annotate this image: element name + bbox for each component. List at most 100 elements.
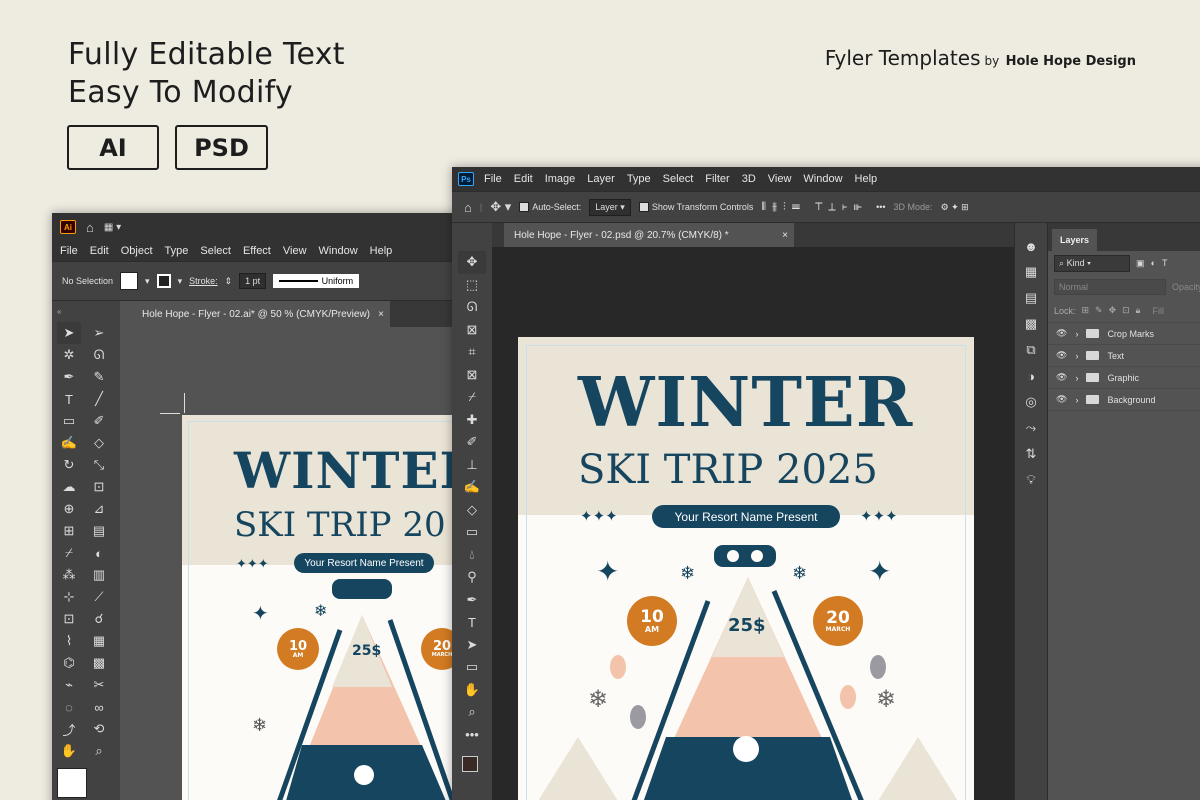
chevron-down-icon[interactable]: ▾ bbox=[178, 276, 183, 287]
dodge-tool-icon[interactable]: ⚲ bbox=[458, 566, 486, 589]
filter-adjustment-icon[interactable]: ◐ bbox=[1151, 258, 1156, 268]
collapse-icon[interactable]: « bbox=[57, 307, 115, 316]
move-tool-icon[interactable]: ✥ bbox=[458, 251, 486, 274]
marquee-tool-icon[interactable]: ⬚ bbox=[458, 274, 486, 297]
knife-icon[interactable]: ⌁ bbox=[57, 674, 81, 696]
path-tool-icon[interactable]: ⤴ bbox=[57, 718, 81, 740]
eyedropper-icon[interactable]: ⌿ bbox=[458, 386, 486, 409]
ps-canvas[interactable]: WINTER SKI TRIP 2025 ✦✦✦ ✦✦✦ Your Resort… bbox=[492, 247, 1014, 800]
eye-icon[interactable]: 👁︎ bbox=[1056, 394, 1067, 405]
perspective-grid-icon[interactable]: ⊿ bbox=[87, 498, 111, 520]
workspace-switcher-icon[interactable]: ▦ ▾ bbox=[104, 222, 121, 233]
eyedropper-icon[interactable]: ⌿ bbox=[57, 542, 81, 564]
scale-tool-icon[interactable]: ⤡ bbox=[87, 454, 111, 476]
live-paint-icon[interactable]: ⌬ bbox=[57, 652, 81, 674]
close-icon[interactable]: × bbox=[378, 309, 384, 320]
ps-menu-file[interactable]: File bbox=[478, 173, 508, 185]
ps-menu-window[interactable]: Window bbox=[797, 173, 848, 185]
shaper-tool-icon[interactable]: ✍ bbox=[57, 432, 81, 454]
chart-tool-icon[interactable]: ▦ bbox=[87, 630, 111, 652]
home-icon[interactable]: ⌂ bbox=[86, 220, 94, 235]
chevron-down-icon[interactable]: ▾ bbox=[145, 276, 150, 287]
eye-icon[interactable]: 👁︎ bbox=[1056, 328, 1067, 339]
curvature-tool-icon[interactable]: ✎ bbox=[87, 366, 111, 388]
ps-menu-select[interactable]: Select bbox=[657, 173, 700, 185]
home-icon[interactable]: ⌂ bbox=[464, 200, 472, 215]
layer-row[interactable]: 👁︎ › Text bbox=[1048, 345, 1200, 367]
layer-row[interactable]: 👁︎ › Background bbox=[1048, 389, 1200, 411]
filter-type-icon[interactable]: T bbox=[1162, 258, 1168, 268]
foreground-color-swatch[interactable] bbox=[462, 756, 478, 772]
ps-menu-3d[interactable]: 3D bbox=[736, 173, 762, 185]
type-tool-icon[interactable]: T bbox=[57, 388, 81, 410]
ai-menu-effect[interactable]: Effect bbox=[237, 245, 277, 257]
swatches-panel-icon[interactable]: ▦ bbox=[1019, 261, 1043, 283]
magic-wand-icon[interactable]: ✲ bbox=[57, 344, 81, 366]
fill-swatch[interactable] bbox=[120, 272, 139, 290]
libraries-panel-icon[interactable]: ⧉ bbox=[1019, 339, 1043, 361]
gradients-panel-icon[interactable]: ▤ bbox=[1019, 287, 1043, 309]
ai-menu-type[interactable]: Type bbox=[159, 245, 195, 257]
channels-panel-icon[interactable]: ◎ bbox=[1019, 391, 1043, 413]
close-icon[interactable]: × bbox=[782, 230, 788, 241]
ai-menu-object[interactable]: Object bbox=[115, 245, 159, 257]
eraser-icon[interactable]: ◇ bbox=[87, 432, 111, 454]
stroke-stepper-icon[interactable]: ⇕ bbox=[225, 276, 233, 287]
healing-brush-icon[interactable]: ✚ bbox=[458, 409, 486, 432]
zoom-tool-icon[interactable]: ⌕ bbox=[87, 740, 111, 762]
ps-menu-help[interactable]: Help bbox=[849, 173, 884, 185]
width-tool-icon[interactable]: ⌇ bbox=[57, 630, 81, 652]
ai-menu-edit[interactable]: Edit bbox=[84, 245, 115, 257]
frame-tool-icon[interactable]: ⊠ bbox=[458, 364, 486, 387]
scissors-icon[interactable]: ✂ bbox=[87, 674, 111, 696]
ps-menu-filter[interactable]: Filter bbox=[699, 173, 735, 185]
paintbrush-icon[interactable]: ✐ bbox=[87, 410, 111, 432]
history-brush-icon[interactable]: ✍ bbox=[458, 476, 486, 499]
ps-menu-edit[interactable]: Edit bbox=[508, 173, 539, 185]
shape-builder-icon[interactable]: ⊕ bbox=[57, 498, 81, 520]
line-tool-icon[interactable]: ╱ bbox=[87, 388, 111, 410]
ai-menu-window[interactable]: Window bbox=[313, 245, 364, 257]
pattern-tool-icon[interactable]: ▩ bbox=[87, 652, 111, 674]
stroke-weight-input[interactable]: 1 pt bbox=[239, 273, 267, 289]
glasses-icon[interactable]: ∞ bbox=[87, 696, 111, 718]
chevron-right-icon[interactable]: › bbox=[1075, 329, 1078, 339]
hand-tool-icon[interactable]: ✋ bbox=[57, 740, 81, 762]
pen-tool-icon[interactable]: ✒ bbox=[458, 589, 486, 612]
gradient-tool-icon[interactable]: ▭ bbox=[458, 521, 486, 544]
color-swatches[interactable] bbox=[458, 746, 486, 786]
selection-tool-icon[interactable]: ➤ bbox=[57, 322, 81, 344]
path-selection-icon[interactable]: ➤ bbox=[458, 634, 486, 657]
lasso-icon[interactable]: ᘏ bbox=[87, 344, 111, 366]
object-select-icon[interactable]: ⊠ bbox=[458, 319, 486, 342]
patterns-panel-icon[interactable]: ▩ bbox=[1019, 313, 1043, 335]
artboard-tool-icon[interactable]: ⊹ bbox=[57, 586, 81, 608]
ps-document-tab[interactable]: Hole Hope - Flyer - 02.psd @ 20.7% (CMYK… bbox=[504, 223, 794, 247]
lasso-tool-icon[interactable]: ᘏ bbox=[458, 296, 486, 319]
ai-menu-select[interactable]: Select bbox=[194, 245, 237, 257]
pen-tool-icon[interactable]: ✒ bbox=[57, 366, 81, 388]
crop-tool-icon[interactable]: ⌗ bbox=[458, 341, 486, 364]
filter-kind-select[interactable]: ⌕ Kind ▾ bbox=[1054, 254, 1130, 272]
rectangle-tool-icon[interactable]: ▭ bbox=[458, 656, 486, 679]
more-options-icon[interactable]: ••• bbox=[876, 202, 885, 212]
zoom-tool-icon[interactable]: ⌕ bbox=[458, 701, 486, 724]
move-tool-icon[interactable]: ✥ ▾ bbox=[490, 199, 511, 215]
crop-image-icon[interactable]: ⊡ bbox=[57, 608, 81, 630]
learn-panel-icon[interactable]: 💡︎ bbox=[1019, 469, 1043, 491]
color-panel-icon[interactable]: ☻ bbox=[1019, 235, 1043, 257]
ai-canvas[interactable]: WINTER SKI TRIP 20 ✦✦✦ Your Resort Name … bbox=[120, 327, 482, 800]
blend-mode-select[interactable]: Normal bbox=[1054, 279, 1166, 295]
paths-panel-icon[interactable]: ⤳ bbox=[1019, 417, 1043, 439]
ps-menu-image[interactable]: Image bbox=[539, 173, 582, 185]
ai-menu-view[interactable]: View bbox=[277, 245, 313, 257]
layer-row[interactable]: 👁︎ › Crop Marks bbox=[1048, 323, 1200, 345]
properties-panel-icon[interactable]: ⇅ bbox=[1019, 443, 1043, 465]
3d-orbit-icon[interactable]: ⚙ ✦ ⊞ bbox=[941, 202, 969, 213]
mesh-tool-icon[interactable]: ⊞ bbox=[57, 520, 81, 542]
ps-menu-view[interactable]: View bbox=[762, 173, 798, 185]
lock-icons[interactable]: ⊞✎✥⊡🔒︎ bbox=[1082, 305, 1147, 316]
direct-selection-tool-icon[interactable]: ➢ bbox=[87, 322, 111, 344]
ps-menu-layer[interactable]: Layer bbox=[581, 173, 621, 185]
target-select[interactable]: Layer ▾ bbox=[589, 198, 631, 216]
